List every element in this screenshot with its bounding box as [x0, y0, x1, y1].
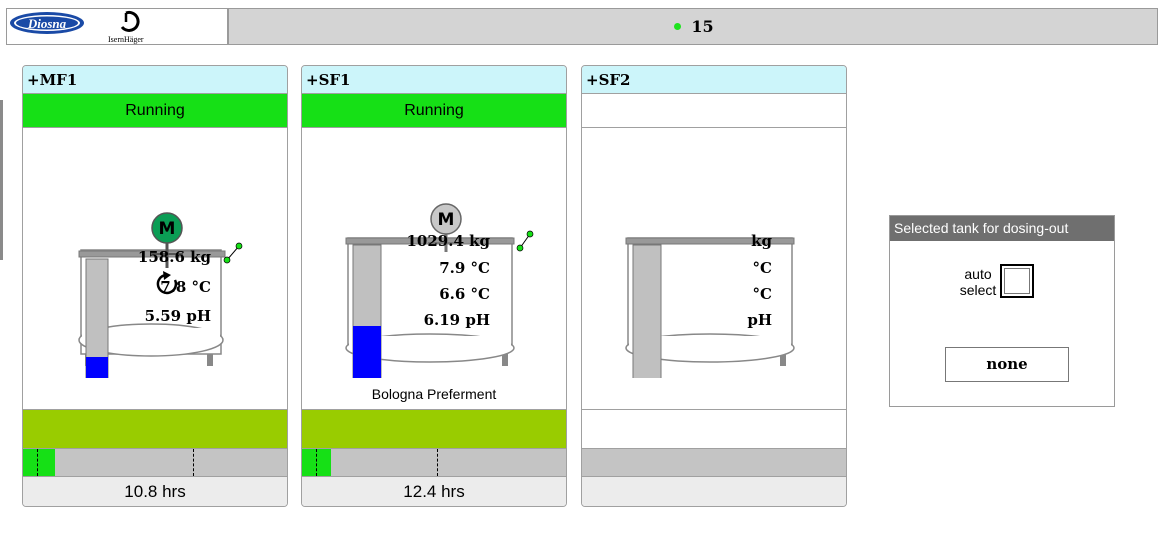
left-edge-marker [0, 100, 3, 260]
valve-icon [223, 242, 243, 264]
duration-label: 10.8 hrs [23, 477, 287, 506]
progress-bar [582, 449, 846, 477]
status-indicator-icon [674, 23, 682, 30]
tank-state [582, 94, 846, 128]
progress-bar [302, 449, 566, 477]
progress-fill [23, 449, 55, 476]
temperature-value-2: °C [752, 285, 772, 303]
tank-name: +SF1 [302, 66, 566, 94]
temperature-value: °C [752, 259, 772, 277]
tank-state: Running [302, 94, 566, 128]
status-strip [23, 409, 287, 449]
temperature-value: 7.9 °C [439, 259, 490, 277]
status-strip [302, 409, 566, 449]
weight-value: 1029.4 kg [406, 232, 490, 250]
selected-tank-field[interactable]: none [945, 347, 1069, 382]
duration-label [582, 477, 846, 506]
tank-name: +MF1 [23, 66, 287, 94]
weight-value: kg [751, 232, 772, 250]
ph-value: 5.59 pH [144, 307, 211, 325]
temperature-value: 7.8 °C [160, 278, 211, 296]
svg-text:IsernHäger: IsernHäger [108, 35, 144, 44]
temperature-value-2: 6.6 °C [439, 285, 490, 303]
ph-value: 6.19 pH [423, 311, 490, 329]
tank-graphic [625, 237, 795, 378]
dosing-panel-title: Selected tank for dosing-out [890, 216, 1114, 241]
status-strip [582, 409, 846, 449]
tank-name: +SF2 [582, 66, 846, 94]
dosing-panel: Selected tank for dosing-out auto select… [889, 215, 1115, 407]
logo-area: Diosna IsernHäger [6, 8, 228, 45]
auto-select-checkbox[interactable] [1000, 264, 1034, 298]
tank-card-sf2[interactable]: +SF2 kg °C °C pH [581, 65, 847, 507]
status-bar: 15 [228, 8, 1158, 45]
svg-text:Diosna: Diosna [27, 16, 67, 31]
tank-state: Running [23, 94, 287, 128]
top-bar: Diosna IsernHäger 15 [6, 8, 1158, 45]
product-name: Bologna Preferment [371, 386, 497, 402]
tank-card-mf1[interactable]: +MF1 Running M 158.6 kg 7.8 °C 5.59 pH 1… [22, 65, 288, 507]
valve-icon [516, 230, 534, 252]
svg-text:M: M [438, 210, 455, 230]
progress-bar [23, 449, 287, 477]
status-count: 15 [691, 17, 714, 36]
tank-graphic: M [345, 203, 534, 378]
ph-value: pH [747, 311, 772, 329]
weight-value: 158.6 kg [137, 248, 211, 266]
svg-text:M: M [159, 219, 176, 239]
auto-select-label: auto select [959, 266, 997, 298]
isernhager-logo: IsernHäger [108, 10, 144, 44]
tank-card-sf1[interactable]: +SF1 Running M 1029.4 kg 7.9 °C 6.6 °C 6… [301, 65, 567, 507]
duration-label: 12.4 hrs [302, 477, 566, 506]
